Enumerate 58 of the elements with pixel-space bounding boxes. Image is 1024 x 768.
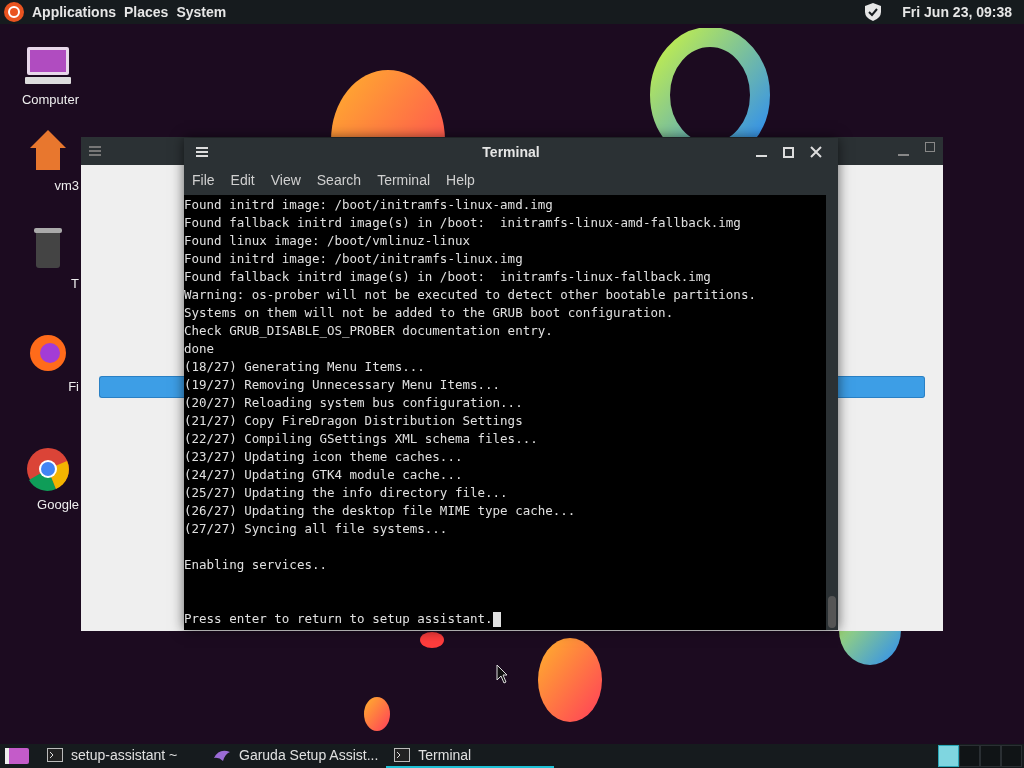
panel-menu[interactable]: Applications (32, 1, 116, 23)
logo-icon[interactable] (4, 2, 24, 22)
workspace-button[interactable] (938, 745, 959, 767)
taskbar-button[interactable]: setup-assistant ~ (39, 744, 205, 768)
terminal-icon (394, 748, 411, 762)
panel-menu[interactable]: System (176, 1, 227, 23)
browser-icon (26, 447, 70, 491)
terminal-line: Found fallback initrd image(s) in /boot: initramfs-linux-fallback.img (184, 268, 711, 286)
terminal-line: Enabling services.. (184, 556, 327, 574)
panel-menu[interactable]: Places (124, 1, 169, 23)
menu-item[interactable]: View (270, 170, 301, 191)
monitor-icon (23, 46, 73, 86)
terminal-line: (18/27) Generating Menu Items... (184, 358, 425, 376)
scrollbar[interactable] (826, 195, 838, 630)
mouse-pointer-icon (496, 664, 508, 684)
terminal-line: (24/27) Updating GTK4 module cache... (184, 466, 463, 484)
menu-item[interactable]: Search (316, 170, 362, 191)
menu-item[interactable]: File (192, 170, 215, 191)
terminal-line: Check GRUB_DISABLE_OS_PROBER documentation entry. (184, 322, 553, 340)
trash-icon (33, 226, 63, 270)
taskbar-button[interactable]: Terminal (386, 744, 555, 768)
wallpaper-blob (364, 697, 390, 731)
app-menu-icon[interactable] (5, 747, 29, 765)
terminal-line: Warning: os-prober will not be executed to detect other bootable partitions. (184, 286, 756, 304)
desktop-icon-label[interactable]: Fi (68, 377, 80, 397)
menu-item[interactable]: Edit (230, 170, 255, 191)
browser-icon (28, 333, 68, 373)
terminal-line: done (184, 340, 215, 358)
menu-item[interactable]: Terminal (377, 170, 431, 191)
terminal-line: Found fallback initrd image(s) in /boot: initramfs-linux-amd-fallback.img (184, 214, 741, 232)
close-icon[interactable] (810, 146, 822, 158)
terminal-line: Found initrd image: /boot/initramfs-linux-amd.img (184, 196, 553, 214)
home-icon (28, 128, 68, 172)
terminal-line: Found linux image: /boot/vmlinuz-linux (184, 232, 470, 250)
desktop-icon-label[interactable]: vm3 (54, 176, 80, 196)
menu-item[interactable]: Help (446, 170, 475, 191)
window-title: Terminal (482, 142, 540, 162)
desktop-icon-label[interactable]: Computer (21, 90, 80, 110)
taskbar-button[interactable]: Garuda Setup Assist... (205, 744, 387, 768)
terminal-line: (27/27) Syncing all file systems... (184, 520, 448, 538)
wallpaper-blob (420, 632, 444, 648)
bird-icon (213, 748, 231, 762)
terminal-line: Found initrd image: /boot/initramfs-linux.img (184, 250, 523, 268)
terminal-line: (22/27) Compiling GSettings XML schema files... (184, 430, 538, 448)
terminal-line: (21/27) Copy FireDragon Distribution Settings (184, 412, 523, 430)
terminal-line: (26/27) Updating the desktop file MIME type cache... (184, 502, 576, 520)
terminal-line: (19/27) Removing Unnecessary Menu Items... (184, 376, 501, 394)
terminal-line: (25/27) Updating the info directory file... (184, 484, 508, 502)
desktop-icon-label[interactable]: Google (37, 495, 80, 515)
terminal-line: (20/27) Reloading system bus configuration... (184, 394, 523, 412)
terminal-line: Press enter to return to setup assistant. (184, 610, 493, 628)
terminal-line: Systems on them will not be added to the GRUB boot configuration. (184, 304, 674, 322)
terminal-line: (23/27) Updating icon theme caches... (184, 448, 463, 466)
text-cursor (492, 611, 501, 627)
terminal-icon (47, 748, 63, 762)
desktop-icon-label[interactable]: T (71, 274, 80, 294)
shield-icon[interactable] (864, 2, 883, 22)
clock[interactable]: Fri Jun 23, 09:38 (902, 1, 1012, 23)
